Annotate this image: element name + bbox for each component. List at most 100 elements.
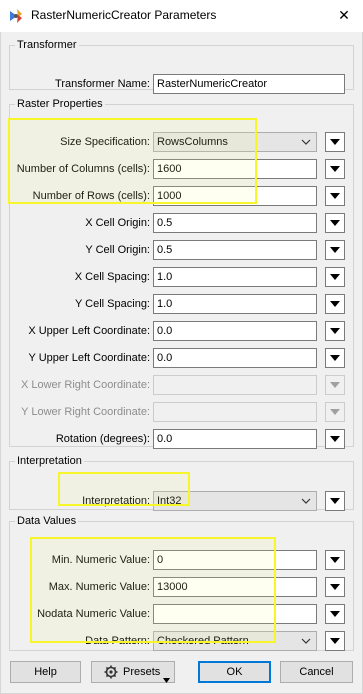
- triangle-down-icon: [330, 355, 340, 361]
- data-pattern-label: Data Pattern:: [85, 635, 150, 647]
- transformer-name-label: Transformer Name:: [55, 78, 150, 90]
- data-values-group: Data Values Min. Numeric Value: 0 Max. N…: [9, 515, 354, 651]
- help-button[interactable]: Help: [10, 661, 81, 683]
- rows-menu-button[interactable]: [325, 186, 345, 206]
- y-upper-left-input[interactable]: 0.0: [153, 348, 317, 368]
- triangle-down-icon: [330, 498, 340, 504]
- x-upper-left-menu-button[interactable]: [325, 321, 345, 341]
- title-bar: RasterNumericCreator Parameters ✕: [0, 0, 363, 32]
- presets-label: Presets: [123, 666, 161, 678]
- y-cell-spacing-input[interactable]: 1.0: [153, 294, 317, 314]
- rotation-row: Rotation (degrees): 0.0: [10, 429, 355, 451]
- raster-properties-legend: Raster Properties: [17, 98, 103, 110]
- y-lower-right-menu-button: [325, 402, 345, 422]
- raster-properties-group: Raster Properties Size Specification: Ro…: [9, 98, 355, 449]
- x-cell-origin-input[interactable]: 0.5: [153, 213, 317, 233]
- rows-row: Number of Rows (cells): 1000: [10, 186, 355, 208]
- min-value-label: Min. Numeric Value:: [51, 554, 150, 566]
- y-upper-left-menu-button[interactable]: [325, 348, 345, 368]
- max-value-input[interactable]: 13000: [153, 577, 317, 597]
- size-spec-select[interactable]: RowsColumns: [153, 132, 317, 152]
- x-upper-left-input[interactable]: 0.0: [153, 321, 317, 341]
- nodata-value-input[interactable]: [153, 604, 317, 624]
- size-spec-menu-button[interactable]: [325, 132, 345, 152]
- min-value-row: Min. Numeric Value: 0: [10, 550, 355, 572]
- triangle-down-icon: [330, 166, 340, 172]
- data-pattern-select[interactable]: Checkered Pattern: [153, 631, 317, 651]
- interpretation-group: Interpretation Interpretation: Int32: [9, 455, 355, 513]
- y-cell-spacing-row: Y Cell Spacing: 1.0: [10, 294, 355, 316]
- y-cell-spacing-label: Y Cell Spacing:: [74, 298, 150, 310]
- nodata-value-menu-button[interactable]: [325, 604, 345, 624]
- window-title: RasterNumericCreator Parameters: [31, 8, 217, 22]
- ok-button[interactable]: OK: [198, 661, 271, 683]
- y-lower-right-label: Y Lower Right Coordinate:: [21, 406, 150, 418]
- rows-input[interactable]: 1000: [153, 186, 317, 206]
- x-cell-origin-label: X Cell Origin:: [85, 217, 150, 229]
- max-value-menu-button[interactable]: [325, 577, 345, 597]
- size-spec-value: RowsColumns: [157, 136, 228, 148]
- triangle-down-icon: [330, 382, 340, 388]
- size-spec-label: Size Specification:: [60, 136, 150, 148]
- interpretation-value: Int32: [157, 495, 182, 507]
- triangle-down-icon: [330, 274, 340, 280]
- triangle-down-icon: [330, 584, 340, 590]
- triangle-down-icon: [330, 638, 340, 644]
- rows-label: Number of Rows (cells):: [32, 190, 150, 202]
- columns-menu-button[interactable]: [325, 159, 345, 179]
- triangle-down-icon: [330, 611, 340, 617]
- x-cell-spacing-label: X Cell Spacing:: [74, 271, 150, 283]
- chevron-down-icon: [298, 134, 314, 150]
- fme-transformer-icon: [8, 8, 24, 24]
- gear-icon: [104, 665, 118, 679]
- y-cell-origin-input[interactable]: 0.5: [153, 240, 317, 260]
- triangle-down-icon: [330, 220, 340, 226]
- data-pattern-menu-button[interactable]: [325, 631, 345, 651]
- triangle-down-icon: [330, 328, 340, 334]
- chevron-down-icon: [298, 633, 314, 649]
- presets-button[interactable]: Presets: [91, 661, 175, 683]
- triangle-down-icon: [330, 436, 340, 442]
- x-cell-origin-menu-button[interactable]: [325, 213, 345, 233]
- transformer-name-input[interactable]: RasterNumericCreator: [153, 74, 345, 94]
- min-value-menu-button[interactable]: [325, 550, 345, 570]
- y-lower-right-input: [153, 402, 317, 422]
- interpretation-row: Interpretation: Int32: [10, 491, 355, 513]
- columns-label: Number of Columns (cells):: [16, 163, 150, 175]
- x-lower-right-row: X Lower Right Coordinate:: [10, 375, 355, 397]
- x-upper-left-label: X Upper Left Coordinate:: [28, 325, 150, 337]
- cancel-button[interactable]: Cancel: [280, 661, 353, 683]
- interpretation-menu-button[interactable]: [325, 491, 345, 511]
- columns-row: Number of Columns (cells): 1600: [10, 159, 355, 181]
- x-lower-right-label: X Lower Right Coordinate:: [20, 379, 150, 391]
- triangle-down-icon: [330, 409, 340, 415]
- triangle-down-icon: [330, 247, 340, 253]
- y-cell-spacing-menu-button[interactable]: [325, 294, 345, 314]
- x-cell-origin-row: X Cell Origin: 0.5: [10, 213, 355, 235]
- interpretation-select[interactable]: Int32: [153, 491, 317, 511]
- nodata-value-label: Nodata Numeric Value:: [37, 608, 150, 620]
- close-button[interactable]: ✕: [329, 2, 359, 28]
- rotation-input[interactable]: 0.0: [153, 429, 317, 449]
- x-cell-spacing-menu-button[interactable]: [325, 267, 345, 287]
- transformer-group: Transformer Transformer Name: RasterNume…: [9, 39, 354, 94]
- chevron-down-icon: [298, 493, 314, 509]
- y-lower-right-row: Y Lower Right Coordinate:: [10, 402, 355, 424]
- y-cell-origin-menu-button[interactable]: [325, 240, 345, 260]
- triangle-down-icon: [163, 670, 170, 683]
- data-values-legend: Data Values: [17, 515, 77, 527]
- interpretation-label: Interpretation:: [82, 495, 150, 507]
- size-spec-row: Size Specification: RowsColumns: [10, 132, 355, 154]
- triangle-down-icon: [330, 193, 340, 199]
- data-pattern-row: Data Pattern: Checkered Pattern: [10, 631, 355, 653]
- x-lower-right-input: [153, 375, 317, 395]
- y-cell-origin-label: Y Cell Origin:: [85, 244, 150, 256]
- rotation-menu-button[interactable]: [325, 429, 345, 449]
- max-value-row: Max. Numeric Value: 13000: [10, 577, 355, 599]
- columns-input[interactable]: 1600: [153, 159, 317, 179]
- max-value-label: Max. Numeric Value:: [48, 581, 150, 593]
- x-cell-spacing-input[interactable]: 1.0: [153, 267, 317, 287]
- triangle-down-icon: [330, 139, 340, 145]
- min-value-input[interactable]: 0: [153, 550, 317, 570]
- x-cell-spacing-row: X Cell Spacing: 1.0: [10, 267, 355, 289]
